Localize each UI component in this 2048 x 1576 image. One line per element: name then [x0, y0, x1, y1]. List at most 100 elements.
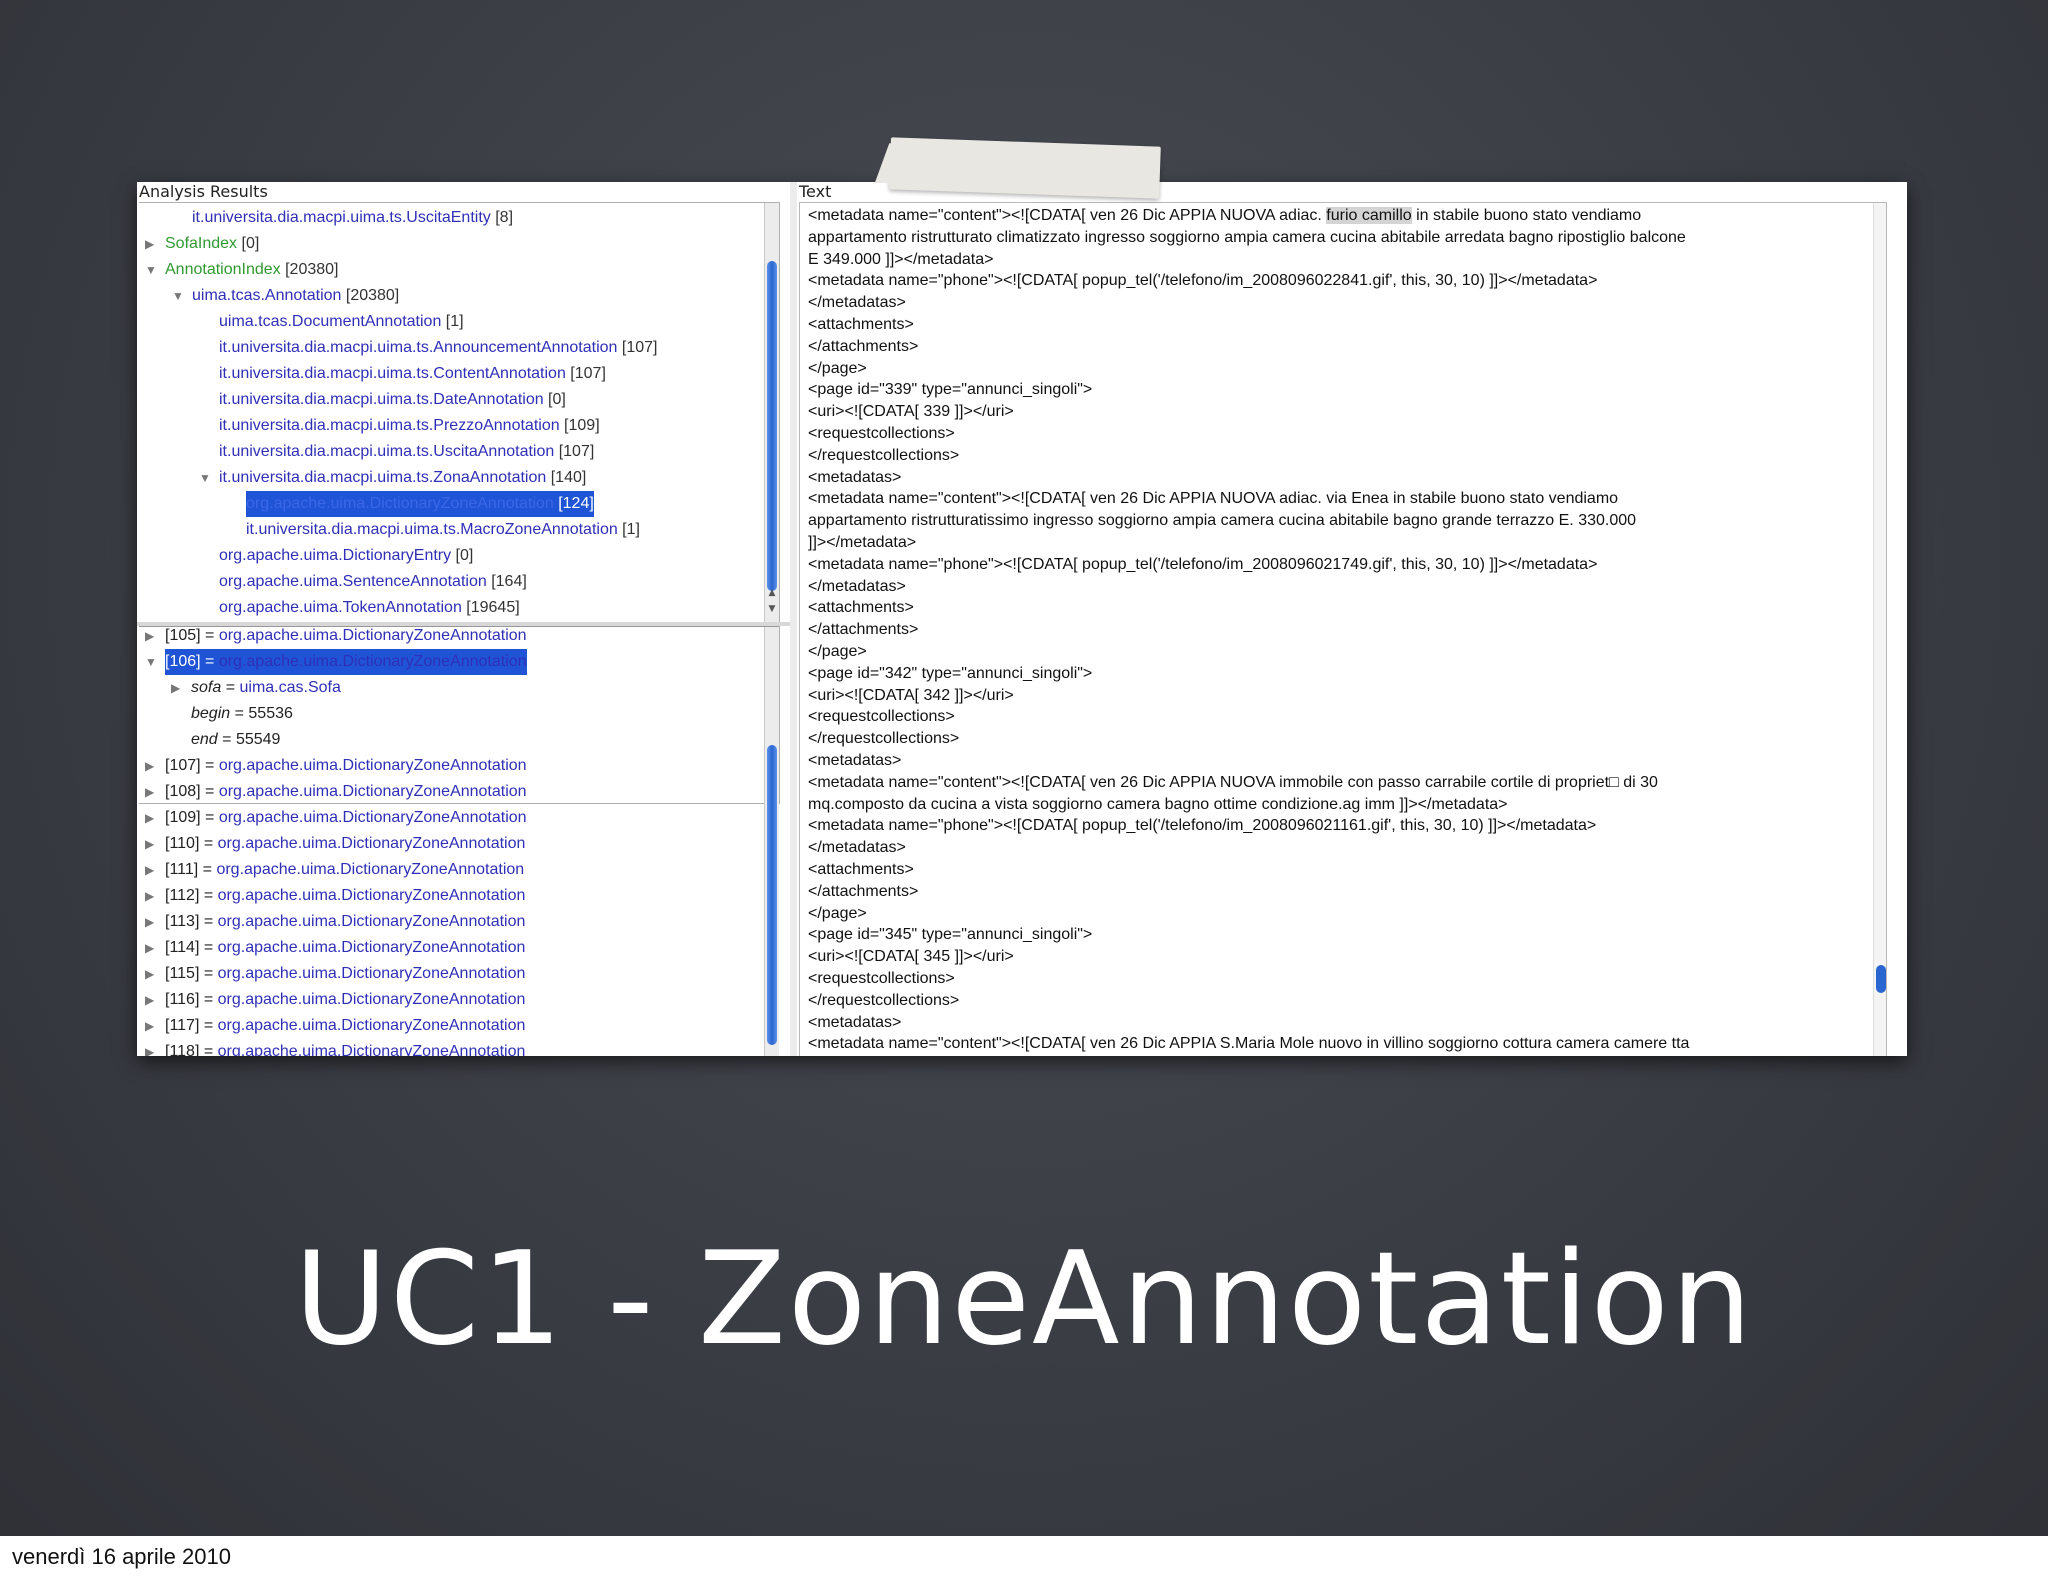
- expand-triangle-icon[interactable]: ▼: [199, 465, 211, 491]
- text-panel: Text <metadata name="content"><![CDATA[ …: [797, 182, 1907, 1056]
- tree-node-label: uima.tcas.DocumentAnnotation [1]: [219, 309, 464, 335]
- text-line: <metadatas>: [808, 467, 901, 489]
- fs-row[interactable]: ▶ [114] = org.apache.uima.DictionaryZoneA…: [139, 935, 759, 961]
- tree-node[interactable]: ▶ SofaIndex [0]: [139, 231, 759, 257]
- text-scrollbar-thumb[interactable]: [1876, 965, 1886, 993]
- tree-node[interactable]: it.universita.dia.macpi.uima.ts.MacroZon…: [139, 517, 759, 543]
- fs-row-label: [108] = org.apache.uima.DictionaryZoneAn…: [165, 779, 527, 805]
- text-segment: </requestcollections>: [808, 991, 960, 1009]
- text-line: </metadatas>: [808, 576, 906, 598]
- fs-row[interactable]: ▶ [118] = org.apache.uima.DictionaryZoneA…: [139, 1039, 759, 1056]
- collapse-triangle-icon[interactable]: ▶: [145, 909, 157, 935]
- slide-title: UC1 - ZoneAnnotation: [294, 1225, 1754, 1374]
- tree-node[interactable]: it.universita.dia.macpi.uima.ts.UscitaEn…: [139, 205, 759, 231]
- fs-feature-value: 55536: [248, 705, 293, 722]
- fs-row[interactable]: ▶ [113] = org.apache.uima.DictionaryZoneA…: [139, 909, 759, 935]
- expand-triangle-icon[interactable]: ▼: [145, 649, 157, 675]
- tree-node[interactable]: org.apache.uima.SentenceAnnotation [164]: [139, 569, 759, 595]
- tree-scrollbar-thumb[interactable]: [767, 261, 777, 591]
- text-segment: </page>: [808, 904, 867, 922]
- fs-row[interactable]: end = 55549: [139, 727, 759, 753]
- feature-structure-list[interactable]: ▶ [105] = org.apache.uima.DictionaryZoneA…: [139, 626, 779, 1056]
- tree-node-label: org.apache.uima.TokenAnnotation [19645]: [219, 595, 520, 621]
- tree-node-label: it.universita.dia.macpi.uima.ts.UscitaEn…: [192, 205, 513, 231]
- text-segment: mq.composto da cucina a vista soggiorno …: [808, 795, 1508, 813]
- tree-node[interactable]: ▼ uima.tcas.Annotation [20380]: [139, 283, 759, 309]
- tree-node-type: uima.tcas.Annotation: [192, 287, 342, 304]
- text-segment: <page id="339" type="annunci_singoli">: [808, 381, 1093, 399]
- fs-row[interactable]: ▶ [107] = org.apache.uima.DictionaryZoneA…: [139, 753, 759, 779]
- fs-scrollbar[interactable]: [764, 627, 779, 1056]
- collapse-triangle-icon[interactable]: ▶: [145, 1039, 157, 1056]
- fs-row[interactable]: ▶ [116] = org.apache.uima.DictionaryZoneA…: [139, 987, 759, 1013]
- text-segment: in stabile buono stato vendiamo: [1411, 207, 1642, 224]
- fs-row[interactable]: ▶ [111] = org.apache.uima.DictionaryZoneA…: [139, 857, 759, 883]
- collapse-triangle-icon[interactable]: ▶: [145, 987, 157, 1013]
- text-line: </page>: [808, 641, 867, 663]
- text-line: appartamento ristrutturato climatizzato …: [808, 227, 1686, 249]
- tree-node[interactable]: org.apache.uima.TokenAnnotation [19645]: [139, 595, 759, 621]
- fs-row[interactable]: ▶ [109] = org.apache.uima.DictionaryZoneA…: [139, 805, 759, 831]
- collapse-triangle-icon[interactable]: ▶: [145, 857, 157, 883]
- fs-row[interactable]: begin = 55536: [139, 701, 759, 727]
- text-segment: <metadata name="content"><![CDATA[ ven 2…: [808, 773, 1658, 791]
- expand-triangle-icon[interactable]: ▼: [172, 283, 184, 309]
- panel-divider[interactable]: [790, 182, 797, 1056]
- tree-node[interactable]: ▼ it.universita.dia.macpi.uima.ts.ZonaAnn…: [139, 465, 759, 491]
- collapse-triangle-icon[interactable]: ▶: [145, 831, 157, 857]
- scroll-up-arrow-icon[interactable]: ▲: [766, 587, 778, 599]
- fs-row[interactable]: ▶ [117] = org.apache.uima.DictionaryZoneA…: [139, 1013, 759, 1039]
- fs-type: org.apache.uima.DictionaryZoneAnnotation: [217, 939, 526, 956]
- fs-row[interactable]: ▶ [108] = org.apache.uima.DictionaryZoneA…: [139, 779, 759, 805]
- fs-feature-value: uima.cas.Sofa: [239, 679, 341, 696]
- collapse-triangle-icon[interactable]: ▶: [145, 627, 157, 649]
- fs-row[interactable]: ▶ sofa = uima.cas.Sofa: [139, 675, 759, 701]
- tree-node[interactable]: it.universita.dia.macpi.uima.ts.PrezzoAn…: [139, 413, 759, 439]
- text-segment: <requestcollections>: [808, 970, 955, 987]
- tree-node[interactable]: org.apache.uima.DictionaryEntry [0]: [139, 543, 759, 569]
- fs-scrollbar-thumb[interactable]: [767, 745, 777, 1045]
- tree-node[interactable]: org.apache.uima.DictionaryZoneAnnotation…: [139, 491, 759, 517]
- tree-node[interactable]: it.universita.dia.macpi.uima.ts.ContentA…: [139, 361, 759, 387]
- text-scrollbar[interactable]: [1873, 203, 1886, 1056]
- collapse-triangle-icon[interactable]: ▶: [145, 779, 157, 805]
- collapse-triangle-icon[interactable]: ▶: [145, 1013, 157, 1039]
- fs-row[interactable]: ▶ [115] = org.apache.uima.DictionaryZoneA…: [139, 961, 759, 987]
- tree-node[interactable]: it.universita.dia.macpi.uima.ts.UscitaAn…: [139, 439, 759, 465]
- expand-triangle-icon[interactable]: ▼: [145, 257, 157, 283]
- fs-row[interactable]: ▶ [105] = org.apache.uima.DictionaryZoneA…: [139, 627, 759, 649]
- tree-node[interactable]: it.universita.dia.macpi.uima.ts.Announce…: [139, 335, 759, 361]
- collapse-triangle-icon[interactable]: ▶: [145, 935, 157, 961]
- collapse-triangle-icon[interactable]: ▶: [145, 961, 157, 987]
- fs-row[interactable]: ▶ [110] = org.apache.uima.DictionaryZoneA…: [139, 831, 759, 857]
- text-segment: E 349.000 ]]></metadata>: [808, 250, 994, 268]
- fs-type: org.apache.uima.DictionaryZoneAnnotation: [217, 835, 526, 852]
- tree-node-label: org.apache.uima.DictionaryEntry [0]: [219, 543, 473, 569]
- fs-row[interactable]: ▶ [112] = org.apache.uima.DictionaryZoneA…: [139, 883, 759, 909]
- fs-index: [109] =: [165, 809, 219, 826]
- collapse-triangle-icon[interactable]: ▶: [145, 231, 157, 257]
- collapse-triangle-icon[interactable]: ▶: [145, 883, 157, 909]
- tree-node[interactable]: uima.tcas.DocumentAnnotation [1]: [139, 309, 759, 335]
- fs-type: org.apache.uima.DictionaryZoneAnnotation: [218, 757, 527, 774]
- collapse-triangle-icon[interactable]: ▶: [145, 805, 157, 831]
- tree-node-count: [20380]: [280, 261, 339, 278]
- fs-row-label: [114] = org.apache.uima.DictionaryZoneAn…: [165, 935, 525, 961]
- scroll-down-arrow-icon[interactable]: ▼: [766, 603, 778, 615]
- fs-row[interactable]: ▼ [106] = org.apache.uima.DictionaryZoneA…: [139, 649, 759, 675]
- collapse-triangle-icon[interactable]: ▶: [171, 675, 183, 701]
- text-segment: <uri><![CDATA[ 342 ]]></uri>: [808, 686, 1014, 704]
- analysis-results-panel: Analysis Results ▲ ▼ it.universita.dia.m…: [137, 182, 791, 1056]
- tree-node[interactable]: it.universita.dia.macpi.uima.ts.DateAnno…: [139, 387, 759, 413]
- collapse-triangle-icon[interactable]: ▶: [145, 753, 157, 779]
- tree-node-label: org.apache.uima.DictionaryZoneAnnotation…: [246, 491, 594, 517]
- fs-type: org.apache.uima.DictionaryZoneAnnotation: [217, 991, 526, 1008]
- fs-feature-name: end: [191, 731, 218, 748]
- tree-node[interactable]: ▼ AnnotationIndex [20380]: [139, 257, 759, 283]
- fs-row-label: [105] = org.apache.uima.DictionaryZoneAn…: [165, 627, 527, 649]
- text-segment: </attachments>: [808, 882, 919, 900]
- tree-node-label: it.universita.dia.macpi.uima.ts.PrezzoAn…: [219, 413, 600, 439]
- text-segment: </requestcollections>: [808, 446, 960, 464]
- text-segment: <requestcollections>: [808, 425, 955, 442]
- document-text-area[interactable]: <metadata name="content"><![CDATA[ ven 2…: [799, 202, 1887, 1056]
